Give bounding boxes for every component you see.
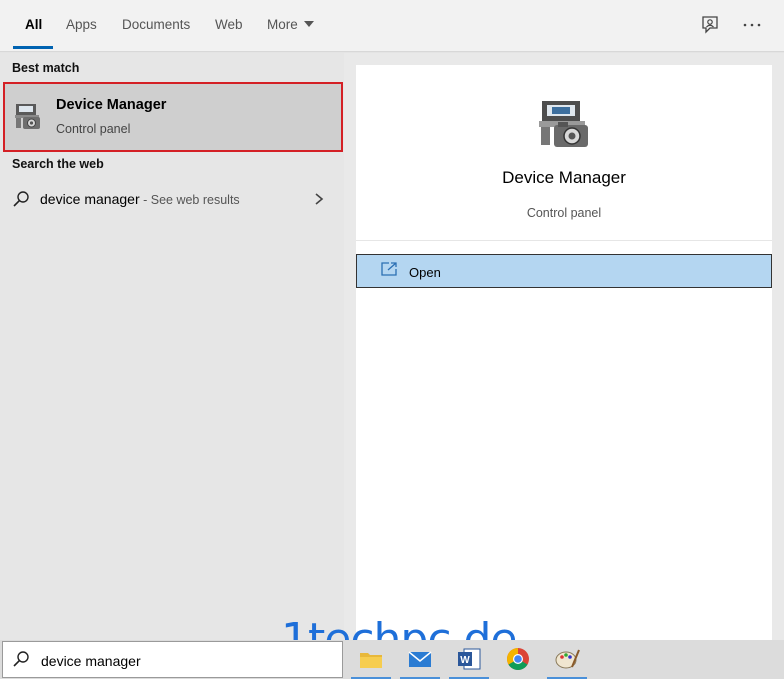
divider — [356, 240, 772, 241]
tab-documents[interactable]: Documents — [122, 17, 190, 32]
feedback-icon[interactable] — [699, 14, 721, 36]
web-result-hint: - See web results — [139, 193, 240, 207]
taskbar-file-explorer[interactable] — [351, 645, 391, 679]
web-result-item[interactable]: device manager - See web results — [0, 181, 344, 217]
active-tab-indicator — [13, 46, 53, 49]
chrome-icon — [507, 648, 529, 670]
preview-panel: Device Manager Control panel Open — [344, 53, 784, 640]
search-icon — [13, 191, 29, 207]
open-button[interactable]: Open — [356, 254, 772, 288]
chevron-right-icon[interactable] — [313, 192, 325, 206]
best-match-subtitle: Control panel — [56, 122, 131, 136]
taskbar-mail[interactable] — [400, 645, 440, 679]
taskbar-search-box[interactable]: device manager — [2, 641, 343, 678]
open-icon — [381, 262, 397, 276]
web-result-text: device manager - See web results — [40, 191, 240, 207]
search-icon — [13, 651, 29, 667]
taskbar-chrome[interactable] — [504, 645, 532, 673]
preview-subtitle: Control panel — [526, 206, 602, 220]
web-result-query: device manager — [40, 191, 140, 207]
chevron-down-icon — [303, 21, 314, 27]
search-web-heading: Search the web — [12, 157, 104, 171]
mail-icon — [408, 651, 432, 667]
preview-title: Device Manager — [502, 168, 626, 187]
device-manager-icon — [15, 104, 40, 129]
tab-web[interactable]: Web — [215, 17, 243, 32]
more-options-icon[interactable] — [741, 14, 763, 36]
taskbar-word[interactable]: W — [449, 645, 489, 679]
results-panel: Best match Device Manager Control panel … — [0, 53, 344, 640]
best-match-result[interactable]: Device Manager Control panel — [3, 82, 343, 152]
best-match-heading: Best match — [12, 61, 80, 75]
search-input[interactable]: device manager — [41, 653, 141, 669]
tab-more[interactable]: More — [267, 17, 314, 32]
taskbar-paint[interactable] — [547, 645, 587, 679]
best-match-title: Device Manager — [56, 97, 167, 113]
open-label: Open — [409, 265, 441, 280]
folder-icon — [360, 653, 382, 668]
paint-icon — [555, 649, 580, 669]
tab-apps[interactable]: Apps — [66, 17, 97, 32]
tab-all[interactable]: All — [25, 17, 42, 32]
tab-more-label: More — [267, 17, 298, 32]
word-icon: W — [458, 648, 481, 670]
search-filter-bar: All Apps Documents Web More — [0, 0, 784, 52]
device-manager-icon — [539, 101, 588, 147]
svg-text:W: W — [460, 655, 470, 666]
actions-area — [356, 295, 772, 640]
taskbar: device manager W — [0, 640, 784, 679]
